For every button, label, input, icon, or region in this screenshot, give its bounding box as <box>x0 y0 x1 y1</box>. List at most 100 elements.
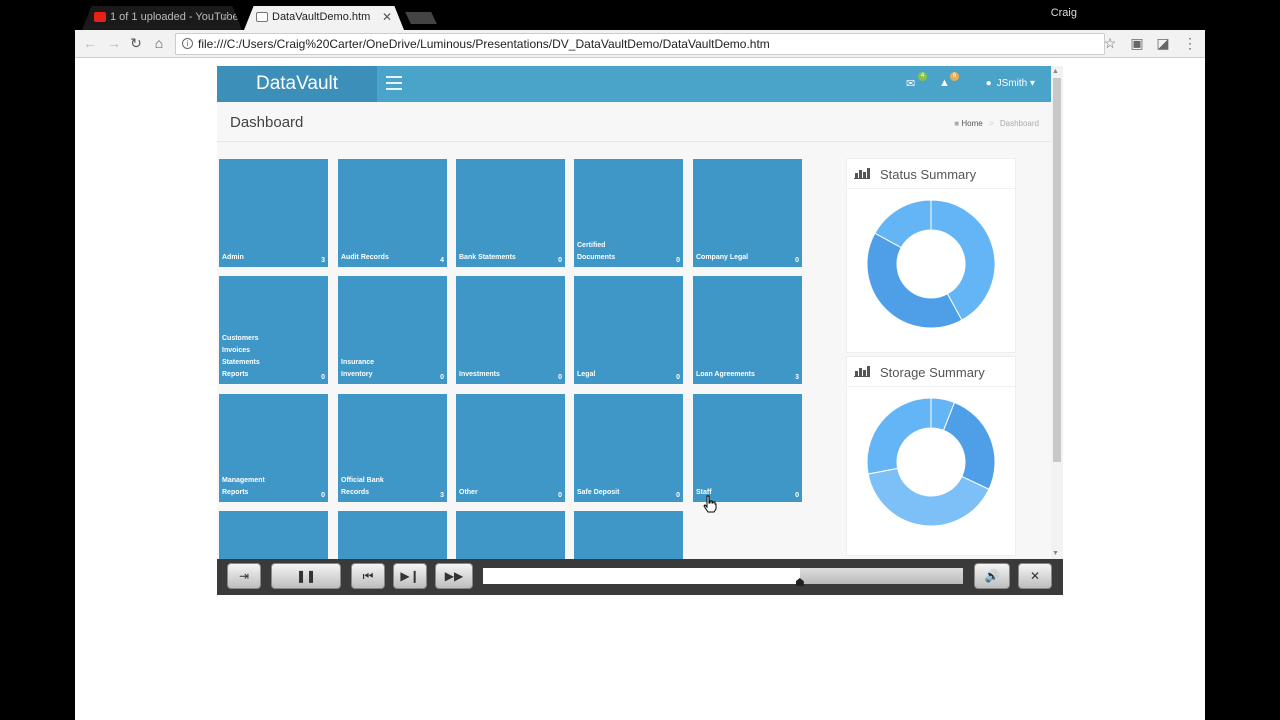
tile-legal[interactable]: Legal 0 <box>574 276 683 384</box>
panel-title: Storage Summary <box>880 365 985 380</box>
reload-icon[interactable]: ↻ <box>127 34 145 52</box>
skip-back-icon[interactable]: ⏮ <box>351 563 385 589</box>
info-icon[interactable]: i <box>182 38 193 49</box>
menu-kebab-icon[interactable]: ⋮ <box>1181 34 1199 52</box>
home-icon[interactable]: ⌂ <box>150 34 168 52</box>
status-donut-chart[interactable] <box>866 199 996 329</box>
tile-bank-statements[interactable]: Bank Statements 0 <box>456 159 565 267</box>
tile-management-reports[interactable]: Management Reports 0 <box>219 394 328 502</box>
caret-down-icon: ▾ <box>1029 78 1035 89</box>
exit-icon[interactable]: ⇥ <box>227 563 261 589</box>
tile-count: 0 <box>558 257 562 264</box>
document-icon <box>256 12 268 22</box>
tile-count: 0 <box>321 374 325 381</box>
tile-label: Audit Records <box>341 254 389 261</box>
storage-donut-chart[interactable] <box>866 397 996 527</box>
donut-segment[interactable] <box>942 401 996 490</box>
tile-label: Company Legal <box>696 254 749 261</box>
tab-close-icon[interactable]: ✕ <box>220 10 230 24</box>
tile-label: Customers Invoices Statements Reports <box>222 335 260 378</box>
tile-count: 0 <box>558 492 562 499</box>
breadcrumb-home[interactable]: Home <box>961 119 982 128</box>
tile-partial[interactable] <box>219 511 328 559</box>
tile-partial[interactable] <box>338 511 447 559</box>
storage-summary-panel: Storage Summary <box>846 356 1016 556</box>
tile-investments[interactable]: Investments 0 <box>456 276 565 384</box>
progress-bar[interactable] <box>483 568 963 586</box>
tile-count: 0 <box>676 374 680 381</box>
alert-badge: 6 <box>950 72 959 81</box>
tile-audit-records[interactable]: Audit Records 4 <box>338 159 447 267</box>
tile-count: 4 <box>440 257 444 264</box>
tab-datavault[interactable]: DataVaultDemo.htm ✕ <box>244 6 404 30</box>
donut-segment[interactable] <box>866 397 932 475</box>
volume-icon[interactable]: 🔊 <box>974 563 1010 589</box>
forward-arrow-icon[interactable]: → <box>105 34 123 52</box>
mail-badge: 4 <box>918 72 927 81</box>
hamburger-menu-icon[interactable] <box>386 76 402 90</box>
app-logo[interactable]: DataVault <box>217 66 377 102</box>
tile-partial[interactable] <box>456 511 565 559</box>
tile-staff[interactable]: Staff 0 <box>693 394 802 502</box>
scroll-up-icon[interactable]: ▲ <box>1052 68 1059 75</box>
tile-label: Management Reports <box>222 477 265 496</box>
fast-forward-icon[interactable]: ▶▶ <box>435 563 473 589</box>
panel-header: Status Summary <box>847 159 1015 189</box>
tile-official-bank-records[interactable]: Official Bank Records 3 <box>338 394 447 502</box>
scroll-down-icon[interactable]: ▼ <box>1052 550 1059 557</box>
tile-count: 0 <box>558 374 562 381</box>
back-arrow-icon[interactable]: ← <box>81 34 99 52</box>
pause-icon[interactable]: ❚❚ <box>271 563 341 589</box>
tile-count: 3 <box>440 492 444 499</box>
user-menu[interactable]: ● JSmith ▾ <box>986 78 1035 89</box>
tile-label: Insurance Inventory <box>341 359 375 378</box>
tab-close-icon[interactable]: ✕ <box>382 10 392 24</box>
tab-youtube[interactable]: 1 of 1 uploaded - YouTube ✕ <box>82 6 242 30</box>
tile-insurance[interactable]: Insurance Inventory 0 <box>338 276 447 384</box>
browser-tab-strip: 1 of 1 uploaded - YouTube ✕ DataVaultDem… <box>0 0 1280 30</box>
profile-name[interactable]: Craig <box>1051 7 1077 19</box>
tile-customers[interactable]: Customers Invoices Statements Reports 0 <box>219 276 328 384</box>
user-name: JSmith <box>996 78 1028 89</box>
tile-loan-agreements[interactable]: Loan Agreements 3 <box>693 276 802 384</box>
tile-label: Loan Agreements <box>696 371 755 378</box>
bookmark-star-icon[interactable]: ☆ <box>1101 34 1119 52</box>
tile-label: Certified Documents <box>577 242 616 261</box>
alert-icon[interactable]: ▲ <box>939 77 950 89</box>
tile-label: Legal <box>577 371 596 378</box>
tile-safe-deposit[interactable]: Safe Deposit 0 <box>574 394 683 502</box>
page-title: Dashboard <box>230 114 304 131</box>
new-tab-button[interactable] <box>405 12 437 24</box>
tile-count: 0 <box>440 374 444 381</box>
bar-chart-icon <box>854 167 870 179</box>
page-scrollbar[interactable]: ▲ ▼ <box>1051 66 1063 559</box>
tile-other[interactable]: Other 0 <box>456 394 565 502</box>
step-forward-icon[interactable]: ▶❙ <box>393 563 427 589</box>
tile-count: 3 <box>795 374 799 381</box>
close-icon[interactable]: ✕ <box>1018 563 1052 589</box>
scrollbar-thumb[interactable] <box>1053 78 1061 462</box>
extension-icon[interactable]: ◪ <box>1154 34 1172 52</box>
progress-fill <box>483 568 800 584</box>
user-icon: ● <box>985 78 992 89</box>
tile-label: Bank Statements <box>459 254 516 261</box>
tile-company-legal[interactable]: Company Legal 0 <box>693 159 802 267</box>
title-bar: Dashboard ■ Home > Dashboard <box>217 102 1051 142</box>
tile-admin[interactable]: Admin 3 <box>219 159 328 267</box>
tile-count: 0 <box>321 492 325 499</box>
panel-title: Status Summary <box>880 167 977 182</box>
tile-count: 0 <box>676 492 680 499</box>
mail-icon[interactable]: ✉ <box>906 77 915 90</box>
youtube-icon <box>94 12 106 22</box>
donut-segment[interactable] <box>866 232 963 329</box>
panel-header: Storage Summary <box>847 357 1015 387</box>
tile-label: Admin <box>222 254 244 261</box>
address-url: file:///C:/Users/Craig%20Carter/OneDrive… <box>198 37 770 51</box>
breadcrumb: ■ Home > Dashboard <box>954 119 1039 128</box>
datavault-app: DataVault ✉ 4 ▲ 6 ● JSmith ▾ Dashboard ■ … <box>217 66 1051 559</box>
extension-icon[interactable]: ▣ <box>1128 34 1146 52</box>
tile-certified-documents[interactable]: Certified Documents 0 <box>574 159 683 267</box>
tile-label: Other <box>459 489 478 496</box>
tile-partial[interactable] <box>574 511 683 559</box>
address-bar[interactable]: i file:///C:/Users/Craig%20Carter/OneDri… <box>175 33 1105 55</box>
